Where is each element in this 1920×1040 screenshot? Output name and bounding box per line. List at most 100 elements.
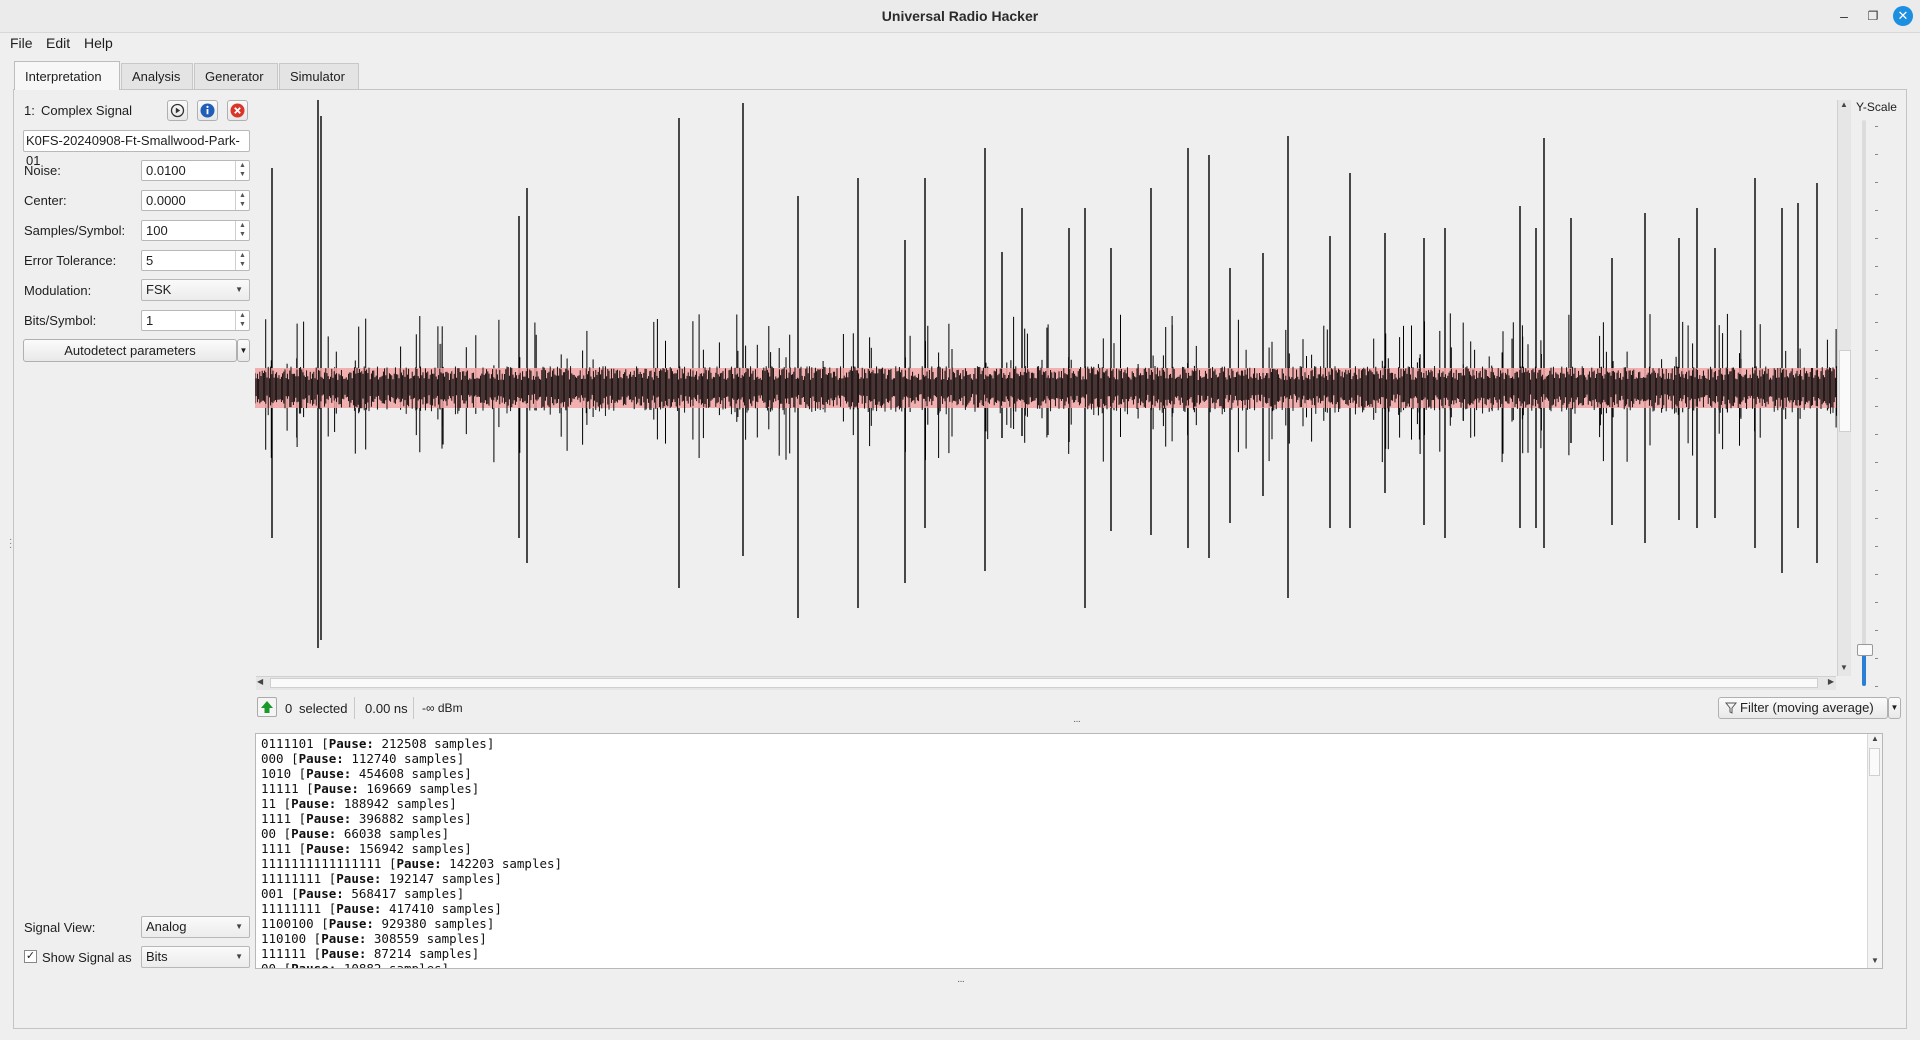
tab-generator[interactable]: Generator: [194, 63, 278, 89]
samples-label: samples: [419, 946, 472, 961]
play-button[interactable]: [167, 100, 188, 121]
protocol-bits: 1010: [261, 766, 292, 781]
samples-label: samples: [411, 811, 465, 826]
y-scale-tick: [1875, 602, 1878, 603]
signal-horizontal-scrollbar[interactable]: ◀ ▶: [256, 676, 1836, 690]
separator: [354, 697, 355, 719]
modulation-value: FSK: [146, 282, 172, 297]
tab-interpretation[interactable]: Interpretation: [14, 61, 120, 90]
protocol-line[interactable]: 1111111111111111 [Pause: 142203 samples]: [261, 856, 562, 871]
spin-arrows-icon[interactable]: ▲ ▼: [235, 221, 249, 240]
samples-label: samples: [441, 871, 495, 886]
filter-menu-button[interactable]: ▼: [1888, 697, 1901, 719]
filter-button[interactable]: Filter (moving average): [1718, 697, 1888, 719]
y-scale-tick: [1875, 406, 1878, 407]
protocol-line[interactable]: 1010 [Pause: 454608 samples]: [261, 766, 562, 781]
protocol-line[interactable]: 0111101 [Pause: 212508 samples]: [261, 736, 562, 751]
protocol-vertical-scrollbar[interactable]: ▲ ▼: [1867, 734, 1882, 968]
scroll-thumb[interactable]: [270, 678, 1818, 688]
y-scale-slider[interactable]: [1857, 120, 1873, 686]
pause-value: 308559: [373, 931, 420, 946]
menu-help[interactable]: Help: [84, 32, 113, 54]
splitter-handle[interactable]: ···: [9, 535, 12, 553]
menu-edit[interactable]: Edit: [46, 32, 70, 54]
autodetect-parameters-button[interactable]: Autodetect parameters: [23, 339, 237, 362]
pause-value: 112740: [351, 751, 397, 766]
filter-label: Filter (moving average): [1740, 700, 1874, 715]
protocol-line[interactable]: 00 [Pause: 10882 samples]: [261, 961, 562, 968]
signal-waveform-view[interactable]: [255, 100, 1837, 676]
y-scale-tick: [1875, 126, 1878, 127]
protocol-line[interactable]: 1100100 [Pause: 929380 samples]: [261, 916, 562, 931]
show-signal-as-select[interactable]: Bits ▼: [141, 946, 250, 968]
spin-arrows-icon[interactable]: ▲ ▼: [235, 191, 249, 210]
pause-value: 568417: [351, 886, 397, 901]
y-scale-tick: [1875, 378, 1878, 379]
minimize-icon[interactable]: –: [1834, 6, 1854, 26]
protocol-line[interactable]: 1111 [Pause: 396882 samples]: [261, 811, 562, 826]
y-scale-tick: [1875, 182, 1878, 183]
protocol-line[interactable]: 111111 [Pause: 87214 samples]: [261, 946, 562, 961]
menu-file[interactable]: File: [10, 32, 33, 54]
protocol-line[interactable]: 11111111 [Pause: 417410 samples]: [261, 901, 562, 916]
protocol-line[interactable]: 1111 [Pause: 156942 samples]: [261, 841, 562, 856]
info-button[interactable]: [197, 100, 218, 121]
center-value: 0.0000: [146, 193, 186, 208]
scroll-up-icon[interactable]: ▲: [1871, 734, 1879, 743]
protocol-line[interactable]: 11 [Pause: 188942 samples]: [261, 796, 562, 811]
noise-spinbox[interactable]: 0.0100 ▲ ▼: [141, 160, 250, 181]
error-tolerance-spinbox[interactable]: 5 ▲ ▼: [141, 250, 250, 271]
protocol-line[interactable]: 11111111 [Pause: 192147 samples]: [261, 871, 562, 886]
scroll-left-icon[interactable]: ◀: [257, 677, 263, 686]
center-spinbox[interactable]: 0.0000 ▲ ▼: [141, 190, 250, 211]
filename-field[interactable]: K0FS-20240908-Ft-Smallwood-Park-01: [23, 130, 250, 168]
signal-view-select[interactable]: Analog ▼: [141, 916, 250, 938]
protocol-line[interactable]: 000 [Pause: 112740 samples]: [261, 751, 562, 766]
spin-arrows-icon[interactable]: ▲ ▼: [235, 311, 249, 330]
selected-label: selected: [299, 701, 348, 716]
tab-simulator[interactable]: Simulator: [279, 63, 359, 89]
signal-index: 1:: [24, 103, 35, 118]
protocol-bits: 11111: [261, 781, 299, 796]
close-icon[interactable]: ✕: [1893, 6, 1913, 26]
signal-vertical-scrollbar[interactable]: ▲ ▼: [1837, 100, 1851, 676]
y-scale-handle[interactable]: [1857, 644, 1873, 656]
pause-value: 156942: [358, 841, 405, 856]
splitter-handle[interactable]: ···: [957, 976, 965, 987]
samples-label: samples: [404, 751, 457, 766]
scroll-down-icon[interactable]: ▼: [1840, 663, 1848, 672]
autodetect-menu-button[interactable]: ▼: [237, 339, 250, 362]
show-selection-button[interactable]: [257, 697, 277, 717]
scroll-thumb[interactable]: [1839, 350, 1851, 432]
modulation-select[interactable]: FSK ▼: [141, 279, 250, 301]
noise-value: 0.0100: [146, 163, 186, 178]
scroll-up-icon[interactable]: ▲: [1840, 100, 1848, 109]
protocol-line[interactable]: 00 [Pause: 66038 samples]: [261, 826, 562, 841]
samples-label: samples: [388, 826, 442, 841]
samples-per-symbol-label: Samples/Symbol:: [24, 223, 126, 238]
scroll-down-icon[interactable]: ▼: [1871, 956, 1879, 965]
tab-analysis[interactable]: Analysis: [121, 63, 193, 89]
close-signal-button[interactable]: [227, 100, 248, 121]
samples-per-symbol-spinbox[interactable]: 100 ▲ ▼: [141, 220, 250, 241]
y-scale-tick: [1875, 350, 1878, 351]
protocol-line[interactable]: 11111 [Pause: 169669 samples]: [261, 781, 562, 796]
restore-icon[interactable]: ❐: [1863, 6, 1883, 26]
scroll-right-icon[interactable]: ▶: [1828, 677, 1834, 686]
scroll-thumb[interactable]: [1869, 748, 1880, 776]
show-signal-as-checkbox[interactable]: ✓: [24, 950, 37, 963]
protocol-line[interactable]: 110100 [Pause: 308559 samples]: [261, 931, 562, 946]
spin-arrows-icon[interactable]: ▲ ▼: [235, 161, 249, 180]
samples-label: samples: [411, 841, 465, 856]
arrow-up-icon: [261, 701, 273, 713]
pause-value: 396882: [358, 811, 405, 826]
protocol-line[interactable]: 001 [Pause: 568417 samples]: [261, 886, 562, 901]
bits-per-symbol-spinbox[interactable]: 1 ▲ ▼: [141, 310, 250, 331]
protocol-text-view[interactable]: 0111101 [Pause: 212508 samples] 000 [Paus…: [255, 733, 1883, 969]
splitter-handle[interactable]: ···: [1073, 716, 1081, 727]
spin-arrows-icon[interactable]: ▲ ▼: [235, 251, 249, 270]
y-scale-ticks: [1875, 126, 1879, 687]
pause-label: Pause:: [306, 766, 352, 781]
chevron-down-icon: ▼: [235, 285, 243, 294]
protocol-bits: 1100100: [261, 916, 314, 931]
